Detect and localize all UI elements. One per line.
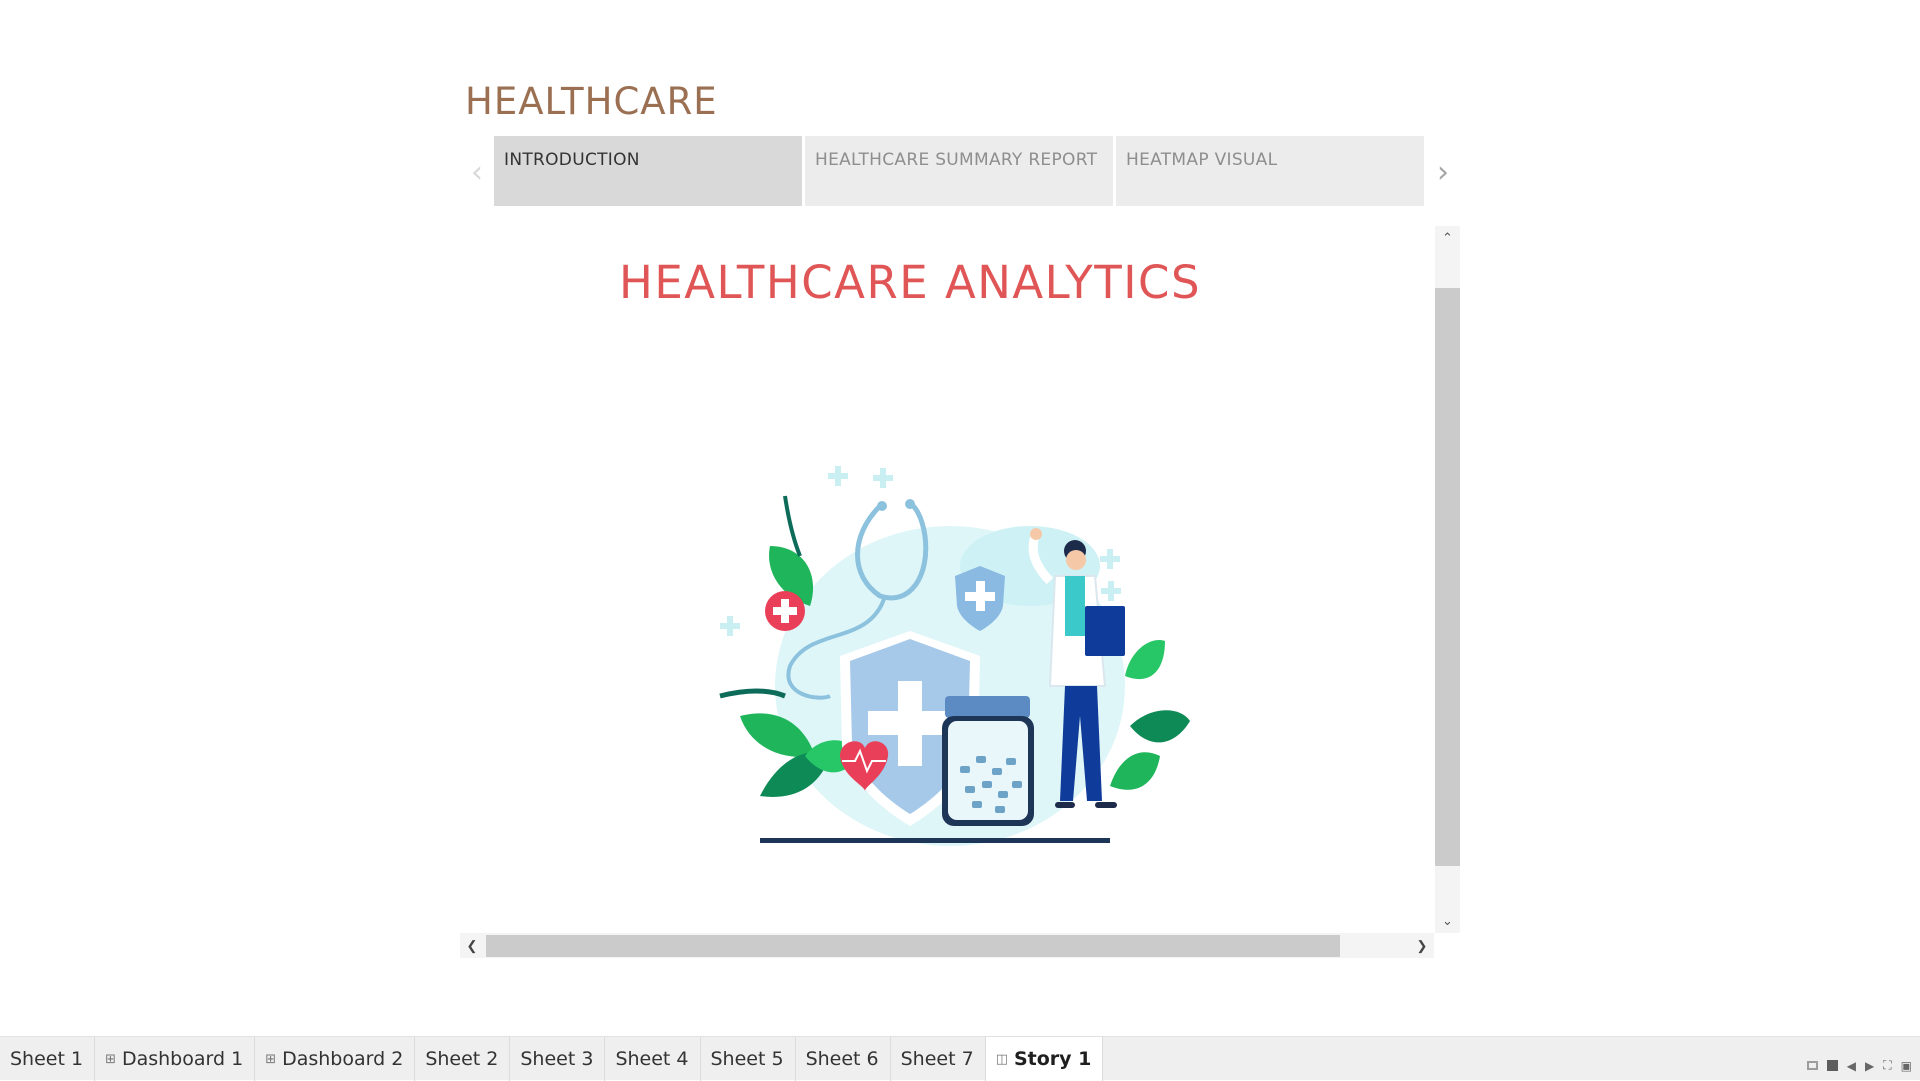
sheet-tab-bar: Sheet 1 ⊞ Dashboard 1 ⊞ Dashboard 2 Sheet …: [0, 1036, 1920, 1081]
tab-story-1[interactable]: ◫ Story 1: [985, 1037, 1104, 1081]
vertical-scroll-thumb[interactable]: [1435, 288, 1460, 866]
scroll-up-button[interactable]: ⌃: [1435, 226, 1460, 250]
tab-sheet-6[interactable]: Sheet 6: [796, 1037, 891, 1081]
tab-label: Dashboard 2: [282, 1048, 404, 1070]
tab-label: Story 1: [1013, 1048, 1092, 1070]
tab-sheet-1[interactable]: Sheet 1: [0, 1037, 96, 1081]
story-point-summary-report[interactable]: HEALTHCARE SUMMARY REPORT: [805, 136, 1113, 206]
tab-label: Sheet 7: [900, 1048, 974, 1070]
dashboard-icon: ⊞: [265, 1051, 277, 1067]
tab-label: Sheet 1: [10, 1048, 84, 1070]
tab-label: Sheet 2: [425, 1048, 499, 1070]
previous-story-point-button[interactable]: ‹: [462, 154, 492, 190]
story-content-area: HEALTHCARE ANALYTICS: [460, 226, 1460, 958]
story-point-introduction[interactable]: INTRODUCTION: [494, 136, 802, 206]
dashboard-icon: ⊞: [105, 1051, 116, 1067]
nav-right-icon[interactable]: ▶: [1865, 1059, 1874, 1073]
tab-label: Dashboard 1: [121, 1048, 244, 1070]
story-icon: ◫: [995, 1051, 1008, 1067]
chevron-up-icon: ⌃: [1442, 230, 1453, 245]
fullscreen-icon[interactable]: ⛶: [1883, 1058, 1891, 1073]
dashboard-headline: HEALTHCARE ANALYTICS: [618, 256, 1202, 309]
tab-dashboard-2[interactable]: ⊞ Dashboard 2: [255, 1037, 416, 1081]
story-navigator: INTRODUCTION HEALTHCARE SUMMARY REPORT H…: [494, 136, 1424, 206]
chevron-down-icon: ⌄: [1442, 913, 1453, 928]
status-bar-controls: ◀ ▶ ⛶ ▣: [1806, 1058, 1912, 1073]
scroll-down-button[interactable]: ⌄: [1435, 909, 1460, 933]
chevron-right-icon: ›: [1437, 154, 1449, 190]
presentation-icon[interactable]: ▣: [1901, 1059, 1912, 1073]
story-title: HEALTHCARE: [465, 80, 718, 123]
story-point-heatmap-visual[interactable]: HEATMAP VISUAL: [1116, 136, 1424, 206]
horizontal-scroll-thumb[interactable]: [486, 935, 1340, 957]
vertical-scrollbar[interactable]: ⌃ ⌄: [1435, 226, 1460, 933]
scroll-right-button[interactable]: ❯: [1410, 933, 1434, 958]
chevron-left-icon: ‹: [471, 154, 483, 190]
chevron-left-icon: ❮: [466, 937, 478, 953]
grid-view-icon[interactable]: [1806, 1061, 1818, 1070]
tab-sheet-7[interactable]: Sheet 7: [891, 1037, 986, 1081]
tab-sheet-5[interactable]: Sheet 5: [701, 1037, 796, 1081]
tab-sheet-2[interactable]: Sheet 2: [415, 1037, 511, 1081]
tab-dashboard-1[interactable]: ⊞ Dashboard 1: [95, 1037, 256, 1081]
doctor-healthcare-illustration: [719, 466, 1190, 846]
tab-sheet-4[interactable]: Sheet 4: [605, 1037, 701, 1081]
film-strip-icon[interactable]: [1826, 1060, 1838, 1071]
tab-label: Sheet 3: [520, 1048, 594, 1070]
nav-left-icon[interactable]: ◀: [1847, 1059, 1856, 1073]
scroll-left-button[interactable]: ❮: [460, 933, 484, 958]
tab-label: Sheet 5: [710, 1048, 784, 1070]
tab-sheet-3[interactable]: Sheet 3: [510, 1037, 606, 1081]
next-story-point-button[interactable]: ›: [1428, 154, 1458, 190]
chevron-right-icon: ❯: [1416, 937, 1428, 953]
tab-label: Sheet 6: [805, 1048, 879, 1070]
tab-label: Sheet 4: [615, 1048, 689, 1070]
horizontal-scrollbar[interactable]: ❮ ❯: [460, 933, 1434, 958]
